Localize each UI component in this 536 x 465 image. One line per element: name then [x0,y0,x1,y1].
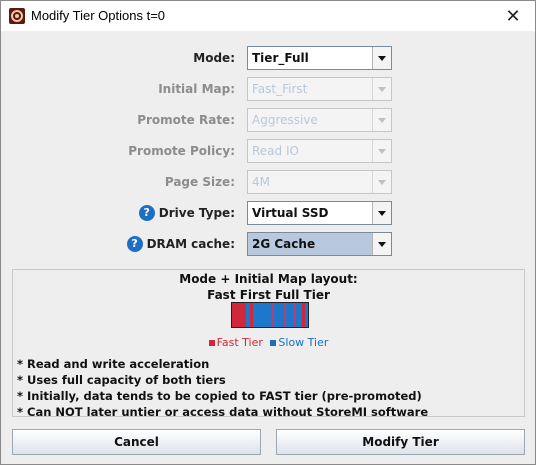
chevron-down-icon [372,140,391,162]
fast-tier-segment [284,303,286,327]
tier-legend: Fast Tier Slow Tier [13,336,524,349]
dram-cache-label-group: ? DRAM cache: [35,232,235,256]
list-item: * Can NOT later untier or access data wi… [17,405,429,419]
page-size-value: 4M [252,175,270,189]
tier-map-bar [231,302,309,328]
close-icon: ✕ [505,5,521,27]
window-title: Modify Tier Options t=0 [31,8,166,23]
fast-tier-segment [294,303,296,327]
chevron-down-icon[interactable] [372,202,391,224]
close-button[interactable]: ✕ [491,1,535,31]
dialog-window: Modify Tier Options t=0 ✕ Mode: Tier_Ful… [0,0,536,465]
fast-tier-segment [250,303,253,327]
initial-map-row: Initial Map: Fast_First [1,77,535,103]
mode-label: Mode: [193,51,235,65]
chevron-down-icon [372,171,391,193]
promote-policy-select: Read IO [247,139,392,163]
slow-tier-swatch [270,340,277,346]
drive-type-label-group: ? Drive Type: [35,201,235,225]
drive-type-select[interactable]: Virtual SSD [247,201,392,225]
layout-subheading: Fast First Full Tier [207,288,330,302]
slow-tier-legend: Slow Tier [278,336,329,349]
initial-map-label: Initial Map: [158,82,235,96]
chevron-down-icon[interactable] [372,233,391,255]
drive-type-label: Drive Type: [158,206,235,220]
drive-type-value: Virtual SSD [252,206,329,220]
drive-type-row: ? Drive Type: Virtual SSD [1,201,535,227]
help-icon[interactable]: ? [126,235,143,252]
layout-heading: Mode + Initial Map layout: [179,272,358,286]
title-bar: Modify Tier Options t=0 ✕ [1,1,535,31]
help-icon[interactable]: ? [138,204,155,221]
chevron-down-icon[interactable] [372,47,391,69]
initial-map-select: Fast_First [247,77,392,101]
promote-policy-label: Promote Policy: [128,144,235,158]
app-logo-icon [9,8,25,24]
page-size-select: 4M [247,170,392,194]
list-item: * Initially, data tends to be copied to … [17,389,422,403]
page-size-label: Page Size: [164,175,235,189]
initial-map-value: Fast_First [252,82,308,96]
chevron-down-icon [372,78,391,100]
dram-cache-value: 2G Cache [252,237,316,251]
page-size-row: Page Size: 4M [1,170,535,196]
fast-tier-segment [272,303,274,327]
chevron-down-icon [372,109,391,131]
promote-policy-value: Read IO [252,144,299,158]
mode-select[interactable]: Tier_Full [247,46,392,70]
mode-value: Tier_Full [252,51,309,65]
fast-tier-swatch [208,340,215,346]
list-item: * Uses full capacity of both tiers [17,373,226,387]
mode-description-list: * Read and write acceleration * Uses ful… [17,356,428,420]
promote-policy-row: Promote Policy: Read IO [1,139,535,165]
dram-cache-row: ? DRAM cache: 2G Cache [1,232,535,258]
promote-rate-value: Aggressive [252,113,318,127]
dram-cache-label: DRAM cache: [146,237,235,251]
mode-row: Mode: Tier_Full [1,46,535,72]
fast-tier-legend: Fast Tier [216,336,263,349]
list-item: * Read and write acceleration [17,357,210,371]
dram-cache-select[interactable]: 2G Cache [247,232,392,256]
modify-tier-button[interactable]: Modify Tier [276,429,525,455]
layout-preview-panel: Mode + Initial Map layout: Fast First Fu… [12,269,525,420]
fast-tier-segment [302,303,305,327]
promote-rate-row: Promote Rate: Aggressive [1,108,535,134]
cancel-button[interactable]: Cancel [12,429,261,455]
promote-rate-select: Aggressive [247,108,392,132]
promote-rate-label: Promote Rate: [137,113,235,127]
fast-tier-segment [232,303,246,327]
